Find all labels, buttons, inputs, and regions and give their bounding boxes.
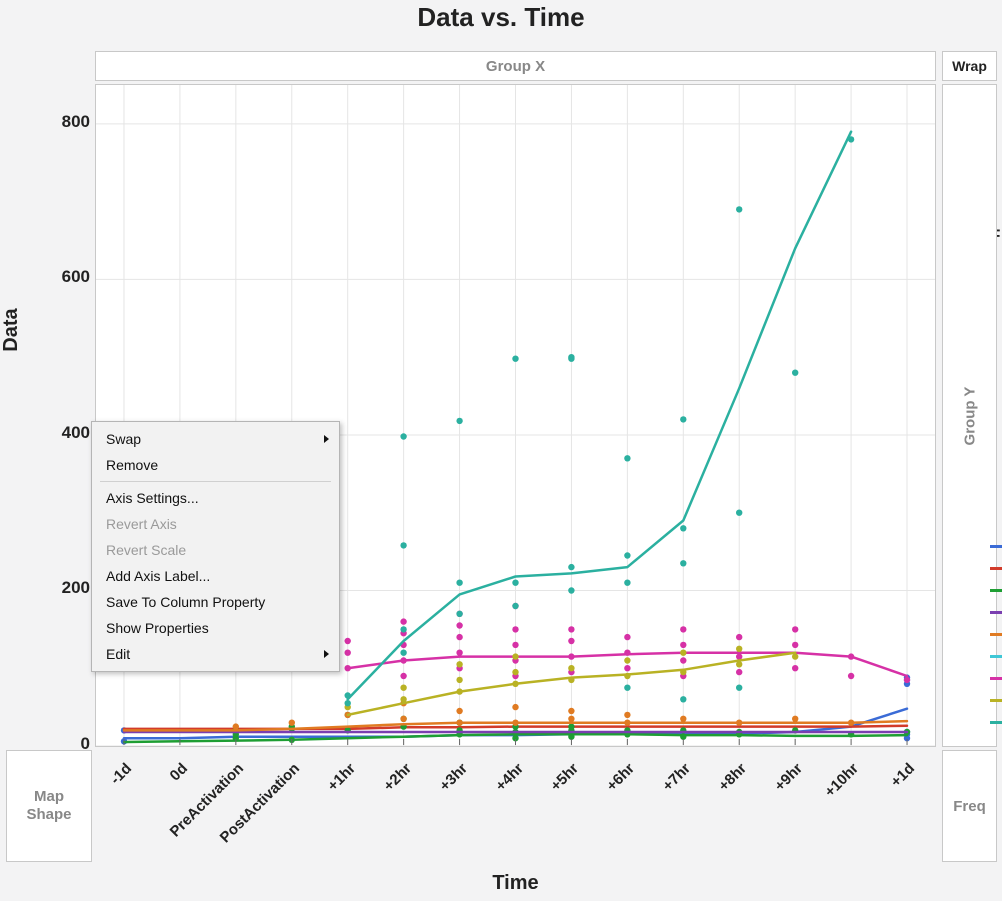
map-shape-box[interactable]: Map Shape bbox=[6, 750, 92, 862]
chevron-right-icon bbox=[324, 650, 329, 658]
legend-swatch[interactable] bbox=[990, 567, 1002, 570]
y-axis-label[interactable]: Data bbox=[0, 290, 23, 370]
legend-swatch[interactable] bbox=[990, 677, 1002, 680]
menu-item-axis-settings[interactable]: Axis Settings... bbox=[92, 485, 339, 511]
y-tick-label: 200 bbox=[10, 578, 90, 598]
chevron-right-icon bbox=[324, 435, 329, 443]
axis-context-menu: SwapRemove Axis Settings...Revert AxisRev… bbox=[91, 421, 340, 672]
x-axis-label[interactable]: Time bbox=[95, 872, 936, 895]
y-tick-label: 800 bbox=[10, 112, 90, 132]
menu-item-edit[interactable]: Edit bbox=[92, 641, 339, 667]
menu-item-remove[interactable]: Remove bbox=[92, 452, 339, 478]
y-tick-label: 600 bbox=[10, 267, 90, 287]
y-tick-label: 400 bbox=[10, 423, 90, 443]
group-y-label: Group Y bbox=[961, 386, 978, 445]
legend-swatch[interactable] bbox=[990, 611, 1002, 614]
menu-item-revert-scale: Revert Scale bbox=[92, 537, 339, 563]
wrap-button[interactable]: Wrap bbox=[942, 51, 997, 81]
legend-swatch[interactable] bbox=[990, 589, 1002, 592]
menu-item-swap[interactable]: Swap bbox=[92, 426, 339, 452]
group-x-header[interactable]: Group X bbox=[95, 51, 936, 81]
freq-box[interactable]: Freq bbox=[942, 750, 997, 862]
legend-swatch[interactable] bbox=[990, 655, 1002, 658]
group-y-panel[interactable]: Group Y bbox=[942, 84, 997, 747]
menu-item-save-to-column-property[interactable]: Save To Column Property bbox=[92, 589, 339, 615]
legend-swatch[interactable] bbox=[990, 699, 1002, 702]
legend-swatch[interactable] bbox=[990, 633, 1002, 636]
menu-item-add-axis-label[interactable]: Add Axis Label... bbox=[92, 563, 339, 589]
menu-item-show-properties[interactable]: Show Properties bbox=[92, 615, 339, 641]
menu-separator bbox=[100, 481, 331, 482]
chart-title: Data vs. Time bbox=[0, 0, 1002, 33]
legend-swatch[interactable] bbox=[990, 721, 1002, 724]
legend-swatch[interactable] bbox=[990, 545, 1002, 548]
menu-item-revert-axis: Revert Axis bbox=[92, 511, 339, 537]
